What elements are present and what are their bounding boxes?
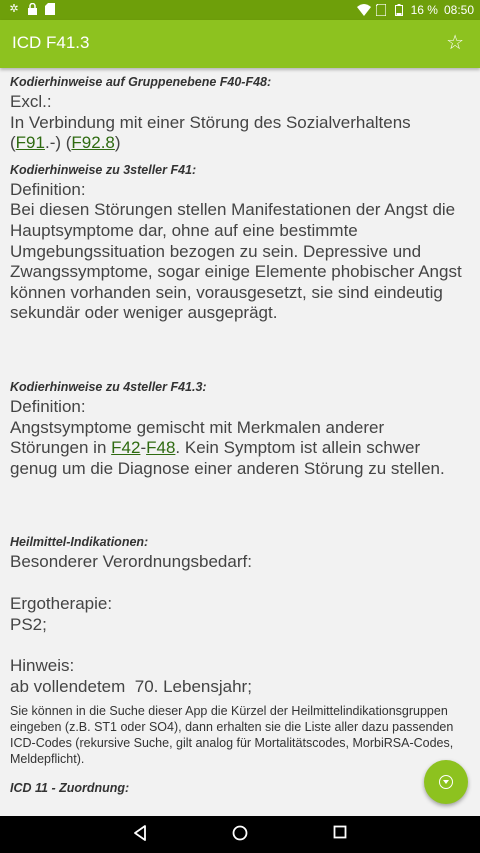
four-section-line2: Störungen in F42-F48. Kein Symptom ist a…	[10, 438, 421, 458]
three-section-text: Bei diesen Störungen stellen Manifestati…	[10, 200, 462, 323]
recents-icon[interactable]	[328, 824, 352, 844]
code-link-f48[interactable]: F48	[146, 438, 175, 457]
three-section-label: Definition:	[10, 179, 86, 199]
clock: 08:50	[443, 3, 474, 17]
sd-card-icon	[44, 3, 56, 15]
hint-value: ab vollendetem 70. Lebensjahr;	[10, 676, 252, 696]
heilmittel-line1: Besonderer Verordnungsbedarf:	[10, 552, 252, 572]
status-bar: ✲ 16 % 08:50	[0, 0, 480, 20]
star-outline-icon[interactable]: ☆	[446, 30, 464, 55]
hint-label: Hinweis:	[10, 656, 75, 676]
three-section-header: Kodierhinweise zu 3steller F41:	[10, 162, 197, 177]
code-link-f42[interactable]: F42	[111, 438, 140, 457]
scroll-down-icon	[439, 775, 453, 789]
wifi-icon	[356, 4, 371, 16]
battery-percent: 16 %	[410, 3, 438, 17]
code-link-f91[interactable]: F91	[16, 133, 45, 152]
four-section-header: Kodierhinweise zu 4steller F41.3:	[10, 379, 207, 394]
group-section-line2: (F91.-) (F92.8)	[10, 133, 121, 153]
four-section-label: Definition:	[10, 396, 86, 416]
group-section-line1: In Verbindung mit einer Störung des Sozi…	[10, 112, 411, 132]
back-icon[interactable]	[128, 824, 152, 844]
lock-icon	[26, 2, 38, 15]
ergo-label: Ergotherapie:	[10, 593, 113, 613]
battery-icon	[393, 4, 405, 16]
navigation-bar	[0, 816, 480, 853]
group-section-header: Kodierhinweise auf Gruppenebene F40-F48:	[10, 75, 272, 89]
icd11-header: ICD 11 - Zuordnung:	[10, 781, 130, 796]
four-section-line3: genug um die Diagnose einer anderen Stör…	[10, 458, 445, 478]
settings-icon: ✲	[9, 3, 19, 15]
group-section-label: Excl.:	[10, 92, 52, 111]
heilmittel-header: Heilmittel-Indikationen:	[10, 535, 149, 550]
ergo-value: PS2;	[10, 614, 47, 634]
heilmittel-note: Sie können in die Suche dieser App die K…	[10, 704, 454, 767]
four-section-line1: Angstsymptome gemischt mit Merkmalen and…	[10, 417, 385, 437]
app-bar: ICD F41.3 ☆	[0, 20, 480, 68]
no-sim-icon	[375, 3, 387, 17]
detail-content[interactable]: Kodierhinweise auf Gruppenebene F40-F48:…	[0, 68, 480, 816]
home-icon[interactable]	[228, 824, 252, 844]
page-title: ICD F41.3	[12, 33, 90, 52]
code-link-f92-8[interactable]: F92.8	[71, 133, 114, 152]
scroll-down-button[interactable]	[424, 760, 468, 804]
